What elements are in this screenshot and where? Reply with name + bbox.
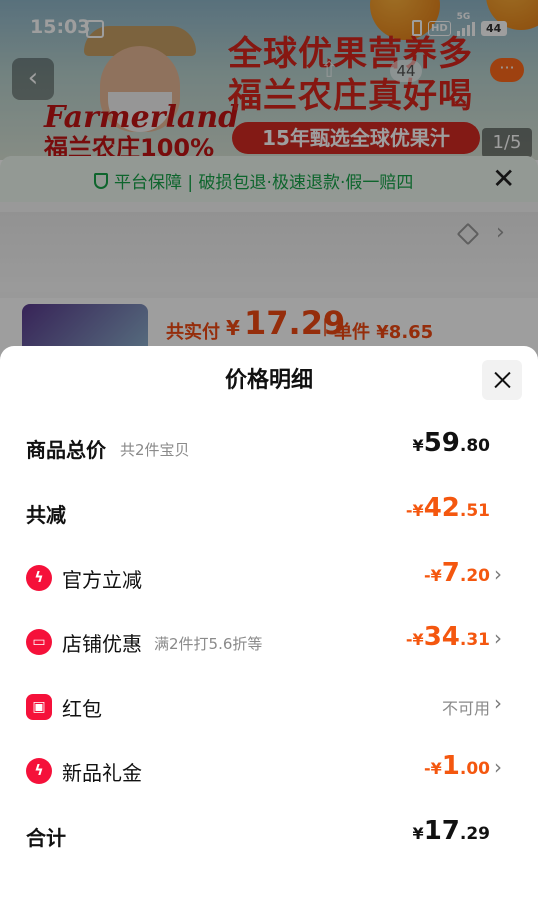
- lightning-icon: ϟ: [26, 565, 52, 591]
- red-packet-icon: ▣: [26, 694, 52, 720]
- sheet-title: 价格明细: [224, 368, 313, 393]
- price-detail-sheet: 价格明细 商品总价 共2件宝贝 ¥59.80 共减 -¥42.51 ϟ 官方立减…: [0, 346, 538, 902]
- row-amount: ¥59.80: [412, 428, 490, 458]
- row-amount: -¥34.31: [405, 622, 490, 652]
- close-button[interactable]: [482, 360, 522, 400]
- row-official-discount[interactable]: ϟ 官方立减 -¥7.20 ›: [0, 556, 538, 596]
- chevron-right-icon: ›: [494, 691, 502, 715]
- row-grand-total: 合计 ¥17.29: [0, 814, 538, 854]
- chevron-right-icon: ›: [494, 626, 502, 650]
- row-label: 官方立减: [62, 568, 142, 592]
- row-unavailable: 不可用: [441, 699, 490, 718]
- row-label: 红包: [62, 697, 102, 721]
- row-amount: -¥42.51: [405, 493, 490, 523]
- store-icon: ▭: [26, 629, 52, 655]
- row-amount: -¥7.20: [424, 558, 490, 588]
- row-subtext: 满2件打5.6折等: [154, 635, 263, 653]
- row-amount: -¥1.00: [424, 751, 490, 781]
- chevron-right-icon: ›: [494, 755, 502, 779]
- row-subtext: 共2件宝贝: [120, 441, 190, 459]
- row-amount: ¥17.29: [412, 816, 490, 846]
- row-label: 新品礼金: [62, 761, 142, 785]
- row-red-packet[interactable]: ▣ 红包 不可用 ›: [0, 685, 538, 725]
- row-label: 店铺优惠: [62, 632, 142, 656]
- row-new-product-gift[interactable]: ϟ 新品礼金 -¥1.00 ›: [0, 749, 538, 789]
- row-label: 合计: [26, 826, 66, 850]
- row-total-discount: 共减 -¥42.51: [0, 491, 538, 531]
- row-goods-total: 商品总价 共2件宝贝 ¥59.80: [0, 426, 538, 466]
- row-label: 商品总价: [26, 438, 106, 462]
- row-store-discount[interactable]: ▭ 店铺优惠 满2件打5.6折等 -¥34.31 ›: [0, 620, 538, 660]
- row-label: 共减: [26, 503, 66, 527]
- chevron-right-icon: ›: [494, 562, 502, 586]
- lightning-icon: ϟ: [26, 758, 52, 784]
